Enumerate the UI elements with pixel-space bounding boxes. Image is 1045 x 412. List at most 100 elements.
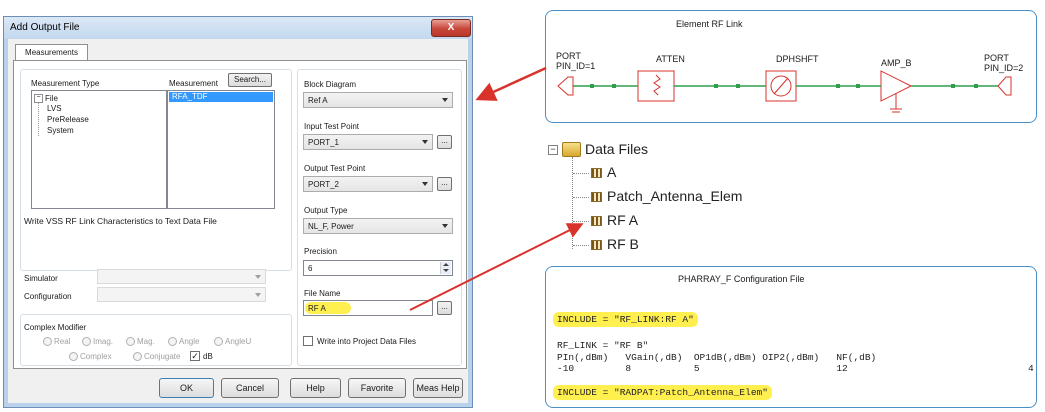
- tree-line: [573, 173, 589, 174]
- favorite-button[interactable]: Favorite: [348, 378, 406, 398]
- close-button[interactable]: X: [431, 19, 471, 37]
- port-in-symbol: [557, 76, 574, 96]
- radio-conjugate[interactable]: [133, 352, 142, 361]
- data-files-root[interactable]: Data Files: [585, 141, 648, 157]
- file-name-input[interactable]: RF A: [303, 300, 433, 316]
- measurement-description: Write VSS RF Link Characteristics to Tex…: [24, 216, 217, 226]
- tree-node-system[interactable]: System: [47, 126, 74, 135]
- dialog-title: Add Output File: [10, 22, 80, 33]
- output-test-point-label: Output Test Point: [304, 164, 366, 173]
- tree-line: [573, 197, 589, 198]
- search-button[interactable]: Search...: [228, 73, 272, 87]
- output-test-point-browse-button[interactable]: ...: [437, 177, 452, 191]
- dialog-client: Measurements Measurement Type Measuremen…: [8, 39, 468, 403]
- config-line-rf-link: RF_LINK = "RF B": [557, 340, 649, 351]
- output-type-dropdown[interactable]: NL_F, Power: [303, 218, 453, 234]
- chevron-down-icon: [422, 182, 428, 186]
- input-test-point-browse-button[interactable]: ...: [437, 135, 452, 149]
- config-line-include-rf-link: INCLUDE = "RF_LINK:RF A": [553, 312, 698, 327]
- data-file-rf-a[interactable]: RF A: [607, 212, 638, 228]
- config-line-include-radpat: INCLUDE = "RADPAT:Patch_Antenna_Elem": [553, 385, 772, 400]
- radio-angleu[interactable]: [214, 337, 223, 346]
- db-checkbox[interactable]: ✓: [190, 351, 200, 361]
- config-file-panel: PHARRAY_F Configuration File INCLUDE = "…: [545, 266, 1037, 408]
- radio-angle[interactable]: [168, 337, 177, 346]
- block-diagram-value: Ref A: [308, 96, 328, 105]
- precision-value: 6: [308, 264, 313, 273]
- folder-open-icon: [562, 142, 581, 157]
- data-files-collapse-toggle[interactable]: −: [548, 145, 558, 155]
- input-test-point-dropdown[interactable]: PORT_1: [303, 134, 433, 150]
- tab-measurements[interactable]: Measurements: [15, 44, 88, 61]
- data-file-icon: [591, 216, 602, 226]
- rf-link-panel: Element RF Link PORT PIN_ID=1 ATTEN DPHS…: [545, 10, 1037, 123]
- precision-spinner[interactable]: 6: [303, 260, 453, 276]
- db-label: dB: [203, 352, 213, 361]
- block-diagram-dropdown[interactable]: Ref A: [303, 92, 453, 108]
- arrow-rf-link-to-block-diagram: [475, 66, 547, 101]
- chevron-down-icon[interactable]: [443, 269, 449, 272]
- config-line-header: PIn(,dBm) VGain(,dB) OP1dB(,dBm) OIP2(,d…: [557, 352, 877, 363]
- measurement-type-tree[interactable]: − File LVS PreRelease System: [31, 90, 167, 209]
- config-file-title: PHARRAY_F Configuration File: [678, 274, 805, 284]
- cancel-button[interactable]: Cancel: [221, 378, 279, 398]
- output-type-value: NL_F, Power: [308, 222, 354, 231]
- ok-button[interactable]: OK: [159, 378, 214, 398]
- radio-imag-label: Imag.: [93, 337, 114, 346]
- data-file-a[interactable]: A: [607, 164, 616, 180]
- chevron-down-icon: [255, 275, 261, 279]
- output-test-point-dropdown[interactable]: PORT_2: [303, 176, 433, 192]
- resistor-icon: [653, 74, 661, 96]
- radio-mag-label: Mag.: [137, 337, 155, 346]
- data-file-icon: [591, 192, 602, 202]
- input-test-point-label: Input Test Point: [304, 122, 359, 131]
- port-out-symbol: [997, 76, 1012, 96]
- radio-imag[interactable]: [82, 337, 91, 346]
- file-name-browse-button[interactable]: ...: [437, 301, 452, 315]
- data-file-icon: [591, 240, 602, 250]
- data-files-tree: − Data Files A Patch_Antenna_Elem RF A R…: [548, 140, 778, 260]
- complex-modifier-label: Complex Modifier: [24, 323, 87, 332]
- simulator-dropdown[interactable]: [97, 269, 266, 284]
- measurements-panel: Measurement Type Measurement Search... −…: [13, 60, 467, 369]
- radio-real[interactable]: [43, 337, 52, 346]
- dialog-titlebar[interactable]: Add Output File X: [4, 17, 472, 39]
- tree-node-prerelease[interactable]: PreRelease: [47, 115, 89, 124]
- tree-line: [38, 102, 40, 136]
- help-button[interactable]: Help: [290, 378, 341, 398]
- radio-angleu-label: AngleU: [225, 337, 252, 346]
- chevron-down-icon: [255, 293, 261, 297]
- configuration-dropdown[interactable]: [97, 287, 266, 302]
- tree-line: [573, 221, 589, 222]
- tree-line: [572, 157, 574, 249]
- rf-link-schematic: [557, 70, 1012, 113]
- tree-node-lvs[interactable]: LVS: [47, 104, 62, 113]
- radio-conjugate-label: Conjugate: [144, 352, 181, 361]
- data-file-rf-b[interactable]: RF B: [607, 236, 639, 252]
- radio-mag[interactable]: [126, 337, 135, 346]
- output-test-point-value: PORT_2: [308, 180, 339, 189]
- precision-label: Precision: [304, 247, 337, 256]
- radio-complex[interactable]: [69, 352, 78, 361]
- add-output-file-dialog: Add Output File X Measurements Measureme…: [3, 16, 473, 408]
- simulator-label: Simulator: [24, 274, 58, 283]
- chevron-down-icon: [442, 224, 448, 228]
- meas-help-button[interactable]: Meas Help: [413, 378, 463, 398]
- measurement-list[interactable]: RFA_TDF: [167, 90, 275, 209]
- write-project-label: Write into Project Data Files: [317, 337, 416, 346]
- data-file-icon: [591, 168, 602, 178]
- radio-real-label: Real: [54, 337, 71, 346]
- config-line-values-tail: 4: [1028, 363, 1034, 374]
- spinner-arrows[interactable]: [440, 262, 451, 274]
- output-type-label: Output Type: [304, 206, 348, 215]
- block-diagram-label: Block Diagram: [304, 80, 357, 89]
- list-item-selected[interactable]: RFA_TDF: [169, 92, 273, 102]
- chevron-down-icon: [422, 140, 428, 144]
- chevron-up-icon[interactable]: [443, 263, 449, 266]
- file-name-value: RF A: [308, 304, 326, 313]
- radio-complex-label: Complex: [80, 352, 112, 361]
- tree-node-file[interactable]: File: [45, 94, 58, 103]
- write-project-checkbox[interactable]: [303, 336, 313, 346]
- measurement-type-label: Measurement Type: [31, 79, 100, 88]
- data-file-patch-antenna[interactable]: Patch_Antenna_Elem: [607, 188, 742, 204]
